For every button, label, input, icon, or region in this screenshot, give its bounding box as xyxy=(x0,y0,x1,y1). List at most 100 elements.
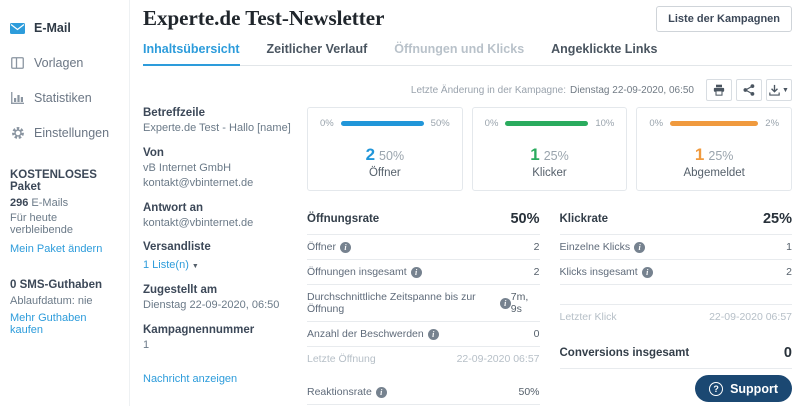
package-emails: 296 E-Mails xyxy=(10,197,119,209)
from-name: vB Internet GmbH xyxy=(143,161,232,174)
tab-zeitlicher-verlauf[interactable]: Zeitlicher Verlauf xyxy=(267,36,368,66)
gauge-max: 50% xyxy=(430,118,450,129)
table-row: Öffner i 2 xyxy=(307,235,540,260)
download-icon xyxy=(769,84,780,96)
package-count-unit: E-Mails xyxy=(28,197,69,209)
campaign-list-button[interactable]: Liste der Kampagnen xyxy=(656,6,792,32)
info-icon[interactable]: i xyxy=(641,266,653,278)
row-label: Durchschnittliche Zeitspanne bis zur Öff… xyxy=(307,291,476,315)
gauge-label: Abgemeldet xyxy=(683,167,745,179)
gauge-cards: 0% 50% 2 50% Öffner 0% 10% 1 25% Klicker… xyxy=(307,107,793,191)
open-rate-title: Öffnungsrate xyxy=(307,213,380,225)
row-value: 7m, 9s xyxy=(510,291,529,315)
from-label: Von xyxy=(143,146,164,159)
package-title: KOSTENLOSES Paket xyxy=(10,169,97,193)
sidebar-item-vorlagen[interactable]: Vorlagen xyxy=(10,49,119,77)
campaign-info-column: Betreffzeile Experte.de Test - Hallo [na… xyxy=(143,107,307,406)
info-icon[interactable]: i xyxy=(340,241,351,253)
table-row: Anzahl der Beschwerden i 0 xyxy=(307,322,540,347)
chevron-down-icon: ▼ xyxy=(191,263,199,271)
tab-oeffnungen-und-klicks[interactable]: Öffnungen und Klicks xyxy=(394,36,524,66)
gear-icon xyxy=(10,127,25,140)
mailing-list-value: 1 Liste(n) xyxy=(143,259,189,272)
sidebar-item-einstellungen[interactable]: Einstellungen xyxy=(10,119,119,147)
last-change-label: Letzte Änderung in der Kampagne: xyxy=(410,84,567,96)
tab-angeklickte-links[interactable]: Angeklickte Links xyxy=(551,36,657,66)
tab-bar: Inhaltsübersicht Zeitlicher Verlauf Öffn… xyxy=(143,36,792,66)
subject-value: Experte.de Test - Hallo [name] xyxy=(143,122,291,134)
from-email: kontakt@vbinternet.de xyxy=(143,176,254,189)
topbar: Experte.de Test-Newsletter Liste der Kam… xyxy=(143,6,792,32)
sidebar: E-Mail Vorlagen Statistiken Einstellunge… xyxy=(0,0,130,406)
conversions-label: Conversions insgesamt xyxy=(559,347,690,359)
table-row: Conversions insgesamt 0 xyxy=(559,338,792,369)
mailing-list-link[interactable]: 1 Liste(n) ▼ xyxy=(143,259,199,271)
content-area: Betreffzeile Experte.de Test - Hallo [na… xyxy=(143,107,793,406)
gauge-bar xyxy=(670,121,759,126)
gauge-min: 0% xyxy=(484,118,499,129)
table-row: Öffnungsrate 50% xyxy=(307,204,540,235)
gauge-card-klicker: 0% 10% 1 25% Klicker xyxy=(471,107,628,191)
bar-chart-icon xyxy=(10,92,25,105)
table-row: Reaktionsrate i 50% xyxy=(307,380,540,405)
table-spacer xyxy=(559,285,792,305)
change-package-link[interactable]: Mein Paket ändern xyxy=(10,243,102,255)
info-icon[interactable]: i xyxy=(410,266,422,278)
row-value: 22-09-2020 06:57 xyxy=(709,311,792,323)
package-count: 296 xyxy=(10,197,29,209)
templates-icon xyxy=(10,57,25,70)
stats-column: 0% 50% 2 50% Öffner 0% 10% 1 25% Klicker… xyxy=(307,107,793,406)
row-label: Öffner xyxy=(307,241,336,253)
info-icon[interactable]: i xyxy=(427,328,439,340)
row-label: Reaktionsrate xyxy=(307,386,372,398)
campaign-number-label: Kampagnennummer xyxy=(143,324,255,337)
gauge-pct: 25% xyxy=(543,149,569,163)
row-label: Anzahl der Beschwerden xyxy=(307,328,424,340)
reply-to-label: Antwort an xyxy=(143,201,204,214)
tab-inhaltsuebersicht[interactable]: Inhaltsübersicht xyxy=(143,36,240,66)
mail-icon xyxy=(10,22,25,35)
info-icon[interactable]: i xyxy=(499,297,511,309)
gauge-max: 10% xyxy=(595,118,615,129)
reply-to-email: kontakt@vbinternet.de xyxy=(143,216,254,229)
subject-label: Betreffzeile xyxy=(143,107,205,119)
printer-icon xyxy=(713,84,725,96)
sidebar-item-label: Statistiken xyxy=(34,91,92,105)
print-button[interactable] xyxy=(706,79,732,101)
sidebar-item-statistiken[interactable]: Statistiken xyxy=(10,84,119,112)
row-label: Einzelne Klicks xyxy=(559,241,631,253)
sidebar-item-email[interactable]: E-Mail xyxy=(10,14,119,42)
info-icon[interactable]: i xyxy=(375,386,387,398)
click-rate-title: Klickrate xyxy=(559,213,609,225)
main-content: Experte.de Test-Newsletter Liste der Kam… xyxy=(130,0,800,406)
page-title: Experte.de Test-Newsletter xyxy=(143,6,385,30)
buy-credit-link[interactable]: Mehr Guthaben kaufen xyxy=(10,312,119,336)
gauge-bar xyxy=(505,121,589,126)
open-rate-value: 50% xyxy=(510,211,540,227)
table-row: Durchschnittliche Zeitspanne bis zur Öff… xyxy=(307,285,540,322)
row-value: 22-09-2020 06:57 xyxy=(456,353,540,365)
gauge-card-abgemeldet: 0% 2% 1 25% Abgemeldet xyxy=(636,107,793,191)
gauge-count: 1 xyxy=(530,145,540,164)
sms-title: 0 SMS-Guthaben xyxy=(10,279,103,291)
info-icon[interactable]: i xyxy=(634,241,646,253)
sidebar-item-label: Vorlagen xyxy=(34,56,84,70)
show-message-link[interactable]: Nachricht anzeigen xyxy=(143,373,237,385)
row-value: 50% xyxy=(518,386,540,398)
gauge-count: 2 xyxy=(365,145,376,164)
share-icon xyxy=(743,84,755,96)
support-button[interactable]: ? Support xyxy=(695,375,792,402)
package-section: KOSTENLOSES Paket 296 E-Mails Für heute … xyxy=(10,169,119,257)
conversions-value: 0 xyxy=(783,345,792,361)
row-label: Klicks insgesamt xyxy=(559,266,638,278)
download-button[interactable]: ▼ xyxy=(766,79,792,101)
share-button[interactable] xyxy=(736,79,762,101)
sidebar-item-label: Einstellungen xyxy=(34,126,110,140)
row-value: 2 xyxy=(533,266,540,278)
gauge-pct: 50% xyxy=(379,149,405,163)
click-rate-value: 25% xyxy=(762,211,792,227)
gauge-label: Klicker xyxy=(532,167,567,179)
table-row: Einzelne Klicks i 1 xyxy=(559,235,792,260)
gauge-min: 0% xyxy=(649,118,664,129)
gauge-label: Öffner xyxy=(368,167,401,179)
